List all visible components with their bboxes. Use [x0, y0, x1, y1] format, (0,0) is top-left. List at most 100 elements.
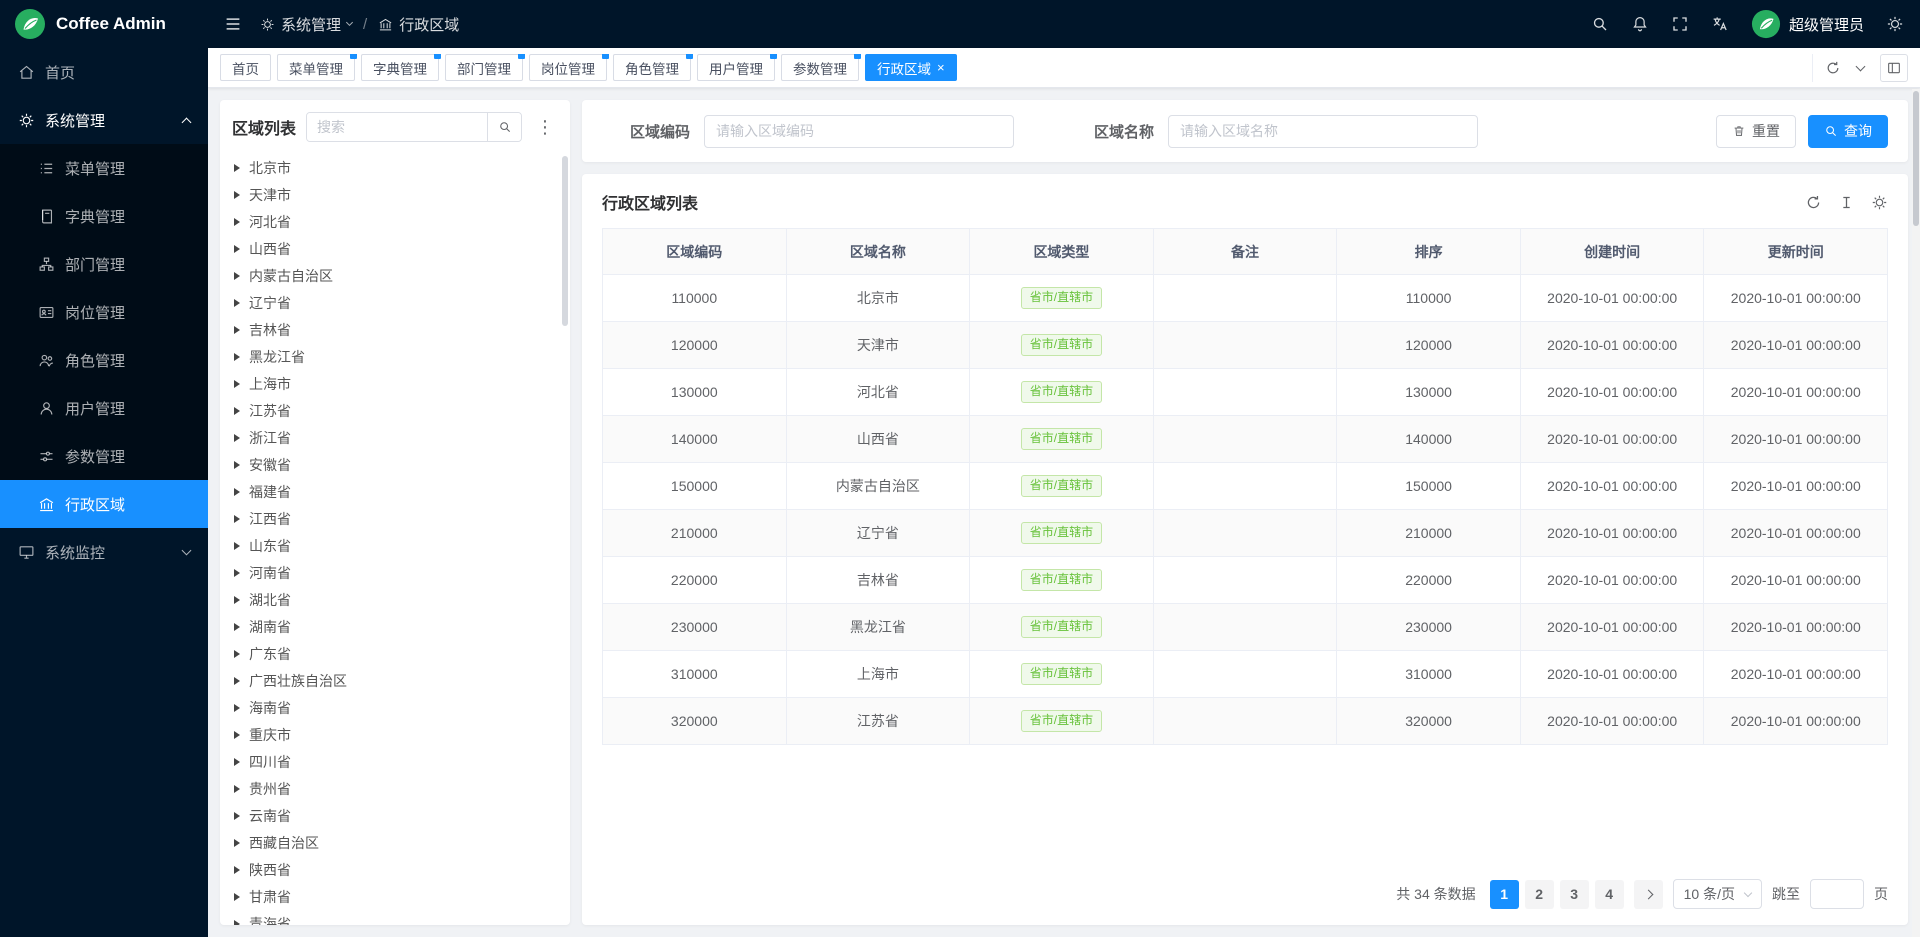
pagination-page-button[interactable]: 3 [1560, 880, 1589, 909]
tree-search-input[interactable] [307, 113, 487, 141]
pagination-page-button[interactable]: 2 [1525, 880, 1554, 909]
tree-node[interactable]: 辽宁省 [220, 289, 570, 316]
tab[interactable]: 用户管理 × [697, 54, 775, 81]
tree-node[interactable]: 西藏自治区 [220, 829, 570, 856]
tree-scrollbar-thumb[interactable] [562, 156, 568, 326]
tab[interactable]: 岗位管理 × [529, 54, 607, 81]
tab-close-icon[interactable]: × [937, 61, 945, 74]
tree-node[interactable]: 青海省 [220, 910, 570, 925]
region-name-input[interactable] [1168, 115, 1478, 148]
breadcrumb-item-system[interactable]: 系统管理 [260, 14, 352, 35]
tree-node[interactable]: 贵州省 [220, 775, 570, 802]
tree-node[interactable]: 山东省 [220, 532, 570, 559]
search-button[interactable]: 查询 [1808, 115, 1888, 148]
tree-node[interactable]: 河南省 [220, 559, 570, 586]
tree-node[interactable]: 浙江省 [220, 424, 570, 451]
tree-node[interactable]: 黑龙江省 [220, 343, 570, 370]
logo[interactable]: Coffee Admin [0, 0, 208, 48]
tree-expand-arrow-icon[interactable] [234, 677, 240, 685]
search-icon[interactable] [1591, 15, 1609, 33]
tab[interactable]: 参数管理 × [781, 54, 859, 81]
row-density-icon[interactable] [1838, 194, 1855, 211]
tab[interactable]: 首页 × [220, 54, 271, 81]
page-scrollbar-thumb[interactable] [1913, 91, 1919, 226]
tree-node[interactable]: 河北省 [220, 208, 570, 235]
tree-node[interactable]: 广东省 [220, 640, 570, 667]
tree-expand-arrow-icon[interactable] [234, 893, 240, 901]
refresh-icon[interactable] [1805, 194, 1822, 211]
reset-button[interactable]: 重置 [1716, 115, 1796, 148]
pagination-next-button[interactable] [1634, 880, 1663, 909]
tab[interactable]: 字典管理 × [361, 54, 439, 81]
sidebar-submenu-item[interactable]: 参数管理 [0, 432, 208, 480]
tab-options-chevron-icon[interactable] [1856, 61, 1866, 71]
sidebar-submenu-item[interactable]: 岗位管理 [0, 288, 208, 336]
tree-node[interactable]: 陕西省 [220, 856, 570, 883]
notification-bell-icon[interactable] [1631, 15, 1649, 33]
tree-expand-arrow-icon[interactable] [234, 785, 240, 793]
tree-expand-arrow-icon[interactable] [234, 218, 240, 226]
tree-node[interactable]: 湖南省 [220, 613, 570, 640]
tree-node[interactable]: 甘肃省 [220, 883, 570, 910]
tree-expand-arrow-icon[interactable] [234, 245, 240, 253]
refresh-icon[interactable] [1825, 60, 1841, 76]
tree-node[interactable]: 四川省 [220, 748, 570, 775]
tree-expand-arrow-icon[interactable] [234, 299, 240, 307]
tree-expand-arrow-icon[interactable] [234, 272, 240, 280]
sidebar-submenu-item[interactable]: 菜单管理 [0, 144, 208, 192]
tree-node[interactable]: 吉林省 [220, 316, 570, 343]
tree-node[interactable]: 内蒙古自治区 [220, 262, 570, 289]
sidebar-submenu-item[interactable]: 用户管理 [0, 384, 208, 432]
tree-node[interactable]: 福建省 [220, 478, 570, 505]
tab[interactable]: 行政区域 × [865, 54, 957, 81]
tree-node[interactable]: 上海市 [220, 370, 570, 397]
tree-expand-arrow-icon[interactable] [234, 461, 240, 469]
tree-expand-arrow-icon[interactable] [234, 704, 240, 712]
tree-expand-arrow-icon[interactable] [234, 623, 240, 631]
sidebar-collapse-icon[interactable] [224, 15, 242, 33]
page-size-select[interactable]: 10 条/页 [1673, 879, 1762, 909]
tree-expand-arrow-icon[interactable] [234, 326, 240, 334]
tree-more-options-icon[interactable]: ⋮ [532, 118, 558, 136]
tree-expand-arrow-icon[interactable] [234, 866, 240, 874]
tree-expand-arrow-icon[interactable] [234, 542, 240, 550]
tree-node[interactable]: 广西壮族自治区 [220, 667, 570, 694]
tree-expand-arrow-icon[interactable] [234, 731, 240, 739]
tree-expand-arrow-icon[interactable] [234, 488, 240, 496]
tree-node[interactable]: 安徽省 [220, 451, 570, 478]
sidebar-item-home[interactable]: 首页 [0, 48, 208, 96]
tree-expand-arrow-icon[interactable] [234, 191, 240, 199]
tree-expand-arrow-icon[interactable] [234, 839, 240, 847]
tree-node[interactable]: 江西省 [220, 505, 570, 532]
tree-node[interactable]: 重庆市 [220, 721, 570, 748]
sidebar-group-system[interactable]: 系统管理 [0, 96, 208, 144]
tree-expand-arrow-icon[interactable] [234, 434, 240, 442]
sidebar-submenu-item[interactable]: 行政区域 [0, 480, 208, 528]
sidebar-submenu-item[interactable]: 部门管理 [0, 240, 208, 288]
layout-toggle-button[interactable] [1880, 54, 1908, 82]
pagination-page-button[interactable]: 1 [1490, 880, 1519, 909]
tree-node[interactable]: 海南省 [220, 694, 570, 721]
pagination-page-button[interactable]: 4 [1595, 880, 1624, 909]
tree-expand-arrow-icon[interactable] [234, 164, 240, 172]
tree-search-button[interactable] [487, 113, 521, 141]
translate-icon[interactable] [1711, 15, 1729, 33]
tree-expand-arrow-icon[interactable] [234, 920, 240, 926]
column-settings-gear-icon[interactable] [1871, 194, 1888, 211]
tree-expand-arrow-icon[interactable] [234, 650, 240, 658]
jump-to-page-input[interactable] [1810, 879, 1864, 909]
tree-expand-arrow-icon[interactable] [234, 812, 240, 820]
fullscreen-icon[interactable] [1671, 15, 1689, 33]
user-menu[interactable]: 超级管理员 [1751, 9, 1864, 39]
sidebar-submenu-item[interactable]: 角色管理 [0, 336, 208, 384]
tree-node[interactable]: 北京市 [220, 154, 570, 181]
tab[interactable]: 角色管理 × [613, 54, 691, 81]
page-scrollbar[interactable] [1912, 89, 1920, 937]
tree-node[interactable]: 云南省 [220, 802, 570, 829]
tree-expand-arrow-icon[interactable] [234, 515, 240, 523]
tab[interactable]: 部门管理 × [445, 54, 523, 81]
tree-expand-arrow-icon[interactable] [234, 758, 240, 766]
tree-node[interactable]: 天津市 [220, 181, 570, 208]
tree-expand-arrow-icon[interactable] [234, 596, 240, 604]
tree-expand-arrow-icon[interactable] [234, 380, 240, 388]
